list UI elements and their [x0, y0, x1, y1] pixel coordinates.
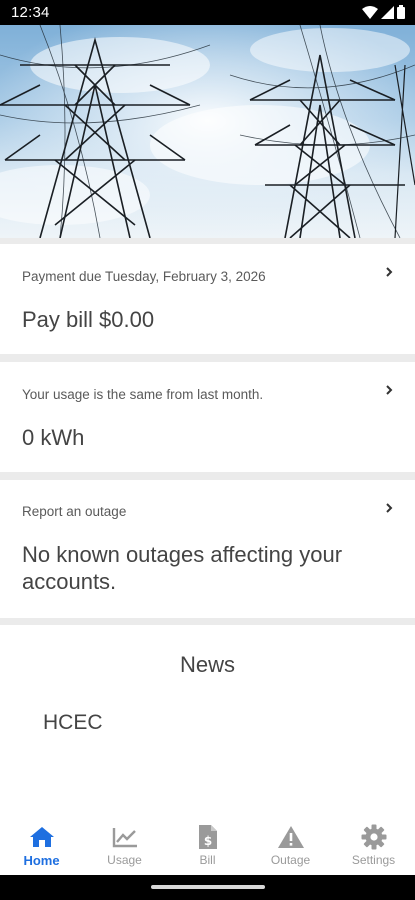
tab-outage[interactable]: Outage: [249, 817, 332, 875]
news-item[interactable]: HCEC: [43, 711, 103, 735]
gear-icon: [360, 824, 388, 850]
tab-bill[interactable]: $ Bill: [166, 817, 249, 875]
system-nav-bar: [0, 875, 415, 900]
tab-settings[interactable]: Settings: [332, 817, 415, 875]
usage-kwh-value: 0 kWh: [22, 425, 85, 450]
bill-icon: $: [194, 824, 222, 850]
chevron-right-icon: [386, 267, 393, 277]
pay-bill-amount: Pay bill $0.00: [22, 307, 155, 332]
tab-home[interactable]: Home: [0, 817, 83, 875]
usage-card[interactable]: Your usage is the same from last month. …: [0, 362, 415, 472]
chevron-right-icon: [386, 385, 393, 395]
wifi-icon: [362, 5, 378, 24]
tab-bill-label: Bill: [199, 853, 216, 867]
bill-card[interactable]: Payment due Tuesday, February 3, 2026 Pa…: [0, 244, 415, 354]
tab-settings-label: Settings: [351, 853, 396, 867]
home-gesture-handle[interactable]: [151, 885, 265, 889]
battery-icon: [397, 5, 405, 24]
usage-comparison-text: Your usage is the same from last month.: [22, 387, 264, 402]
home-icon: [28, 824, 56, 850]
outage-status-text: No known outages affecting your accounts…: [22, 542, 343, 594]
signal-icon: [381, 5, 394, 24]
tab-home-label: Home: [23, 853, 60, 868]
chevron-right-icon: [386, 503, 393, 513]
outage-card[interactable]: Report an outage No known outages affect…: [0, 480, 415, 618]
news-title: News: [179, 652, 235, 677]
svg-text:$: $: [203, 834, 211, 848]
payment-due-text: Payment due Tuesday, February 3, 2026: [22, 269, 266, 284]
report-outage-text: Report an outage: [22, 504, 127, 519]
hero-image: [0, 25, 415, 238]
chart-icon: [111, 824, 139, 850]
status-time: 12:34: [11, 4, 50, 21]
news-section: News HCEC: [0, 625, 415, 817]
tab-usage-label: Usage: [107, 853, 142, 867]
tab-outage-label: Outage: [270, 853, 311, 867]
bottom-tab-bar: Home Usage $ Bill Outage Settings: [0, 817, 415, 875]
status-bar: 12:34: [0, 0, 415, 25]
warning-icon: [277, 824, 305, 850]
tab-usage[interactable]: Usage: [83, 817, 166, 875]
